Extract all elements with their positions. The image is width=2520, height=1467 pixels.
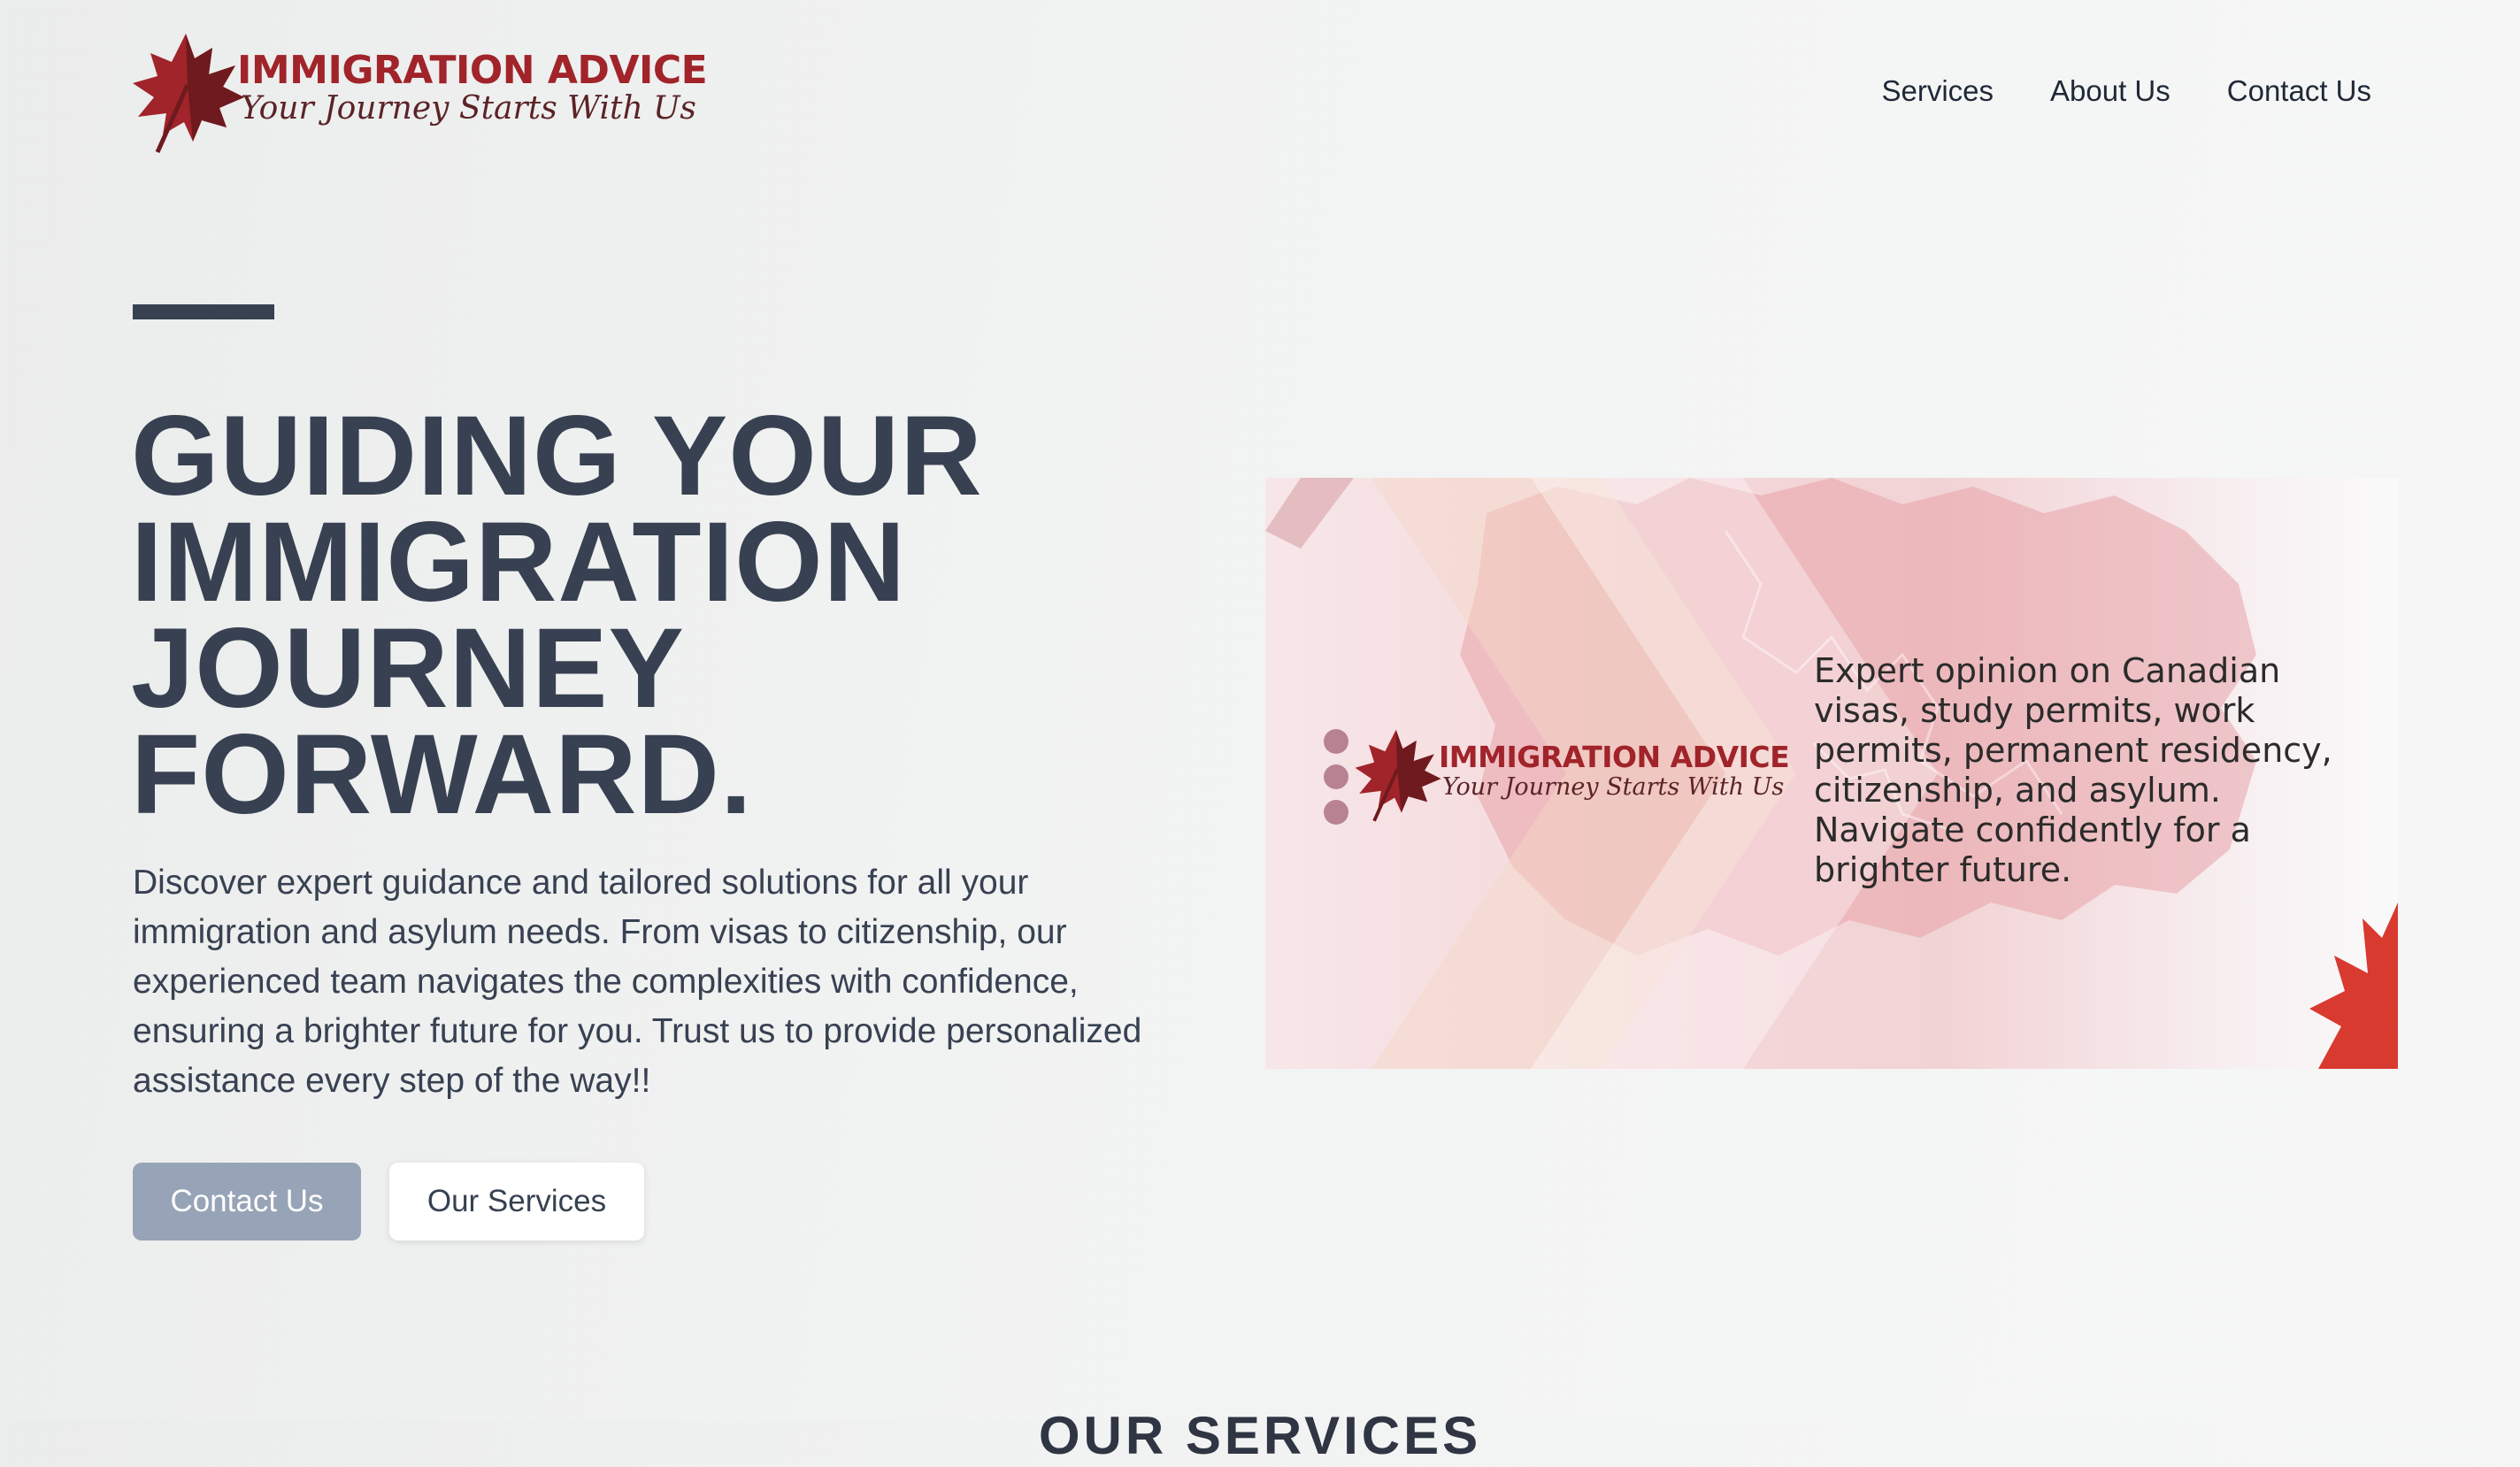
banner-dot [1324,800,1348,825]
hero-banner-image: IMMIGRATION ADVICE Your Journey Starts W… [1265,478,2398,1069]
hero-title-line: GUIDING YOUR [131,393,983,519]
brand-tagline: Your Journey Starts With Us [241,90,696,127]
hero-title: GUIDING YOUR IMMIGRATION JOURNEY FORWARD… [131,393,1193,838]
nav-item-contact-us[interactable]: Contact Us [2227,74,2371,108]
banner-text: Expert opinion on Canadian visas, study … [1814,651,2332,889]
brand-name: IMMIGRATION ADVICE [237,48,708,93]
hero-description: Discover expert guidance and tailored so… [133,864,1142,1100]
maple-leaf-icon [133,34,244,154]
hero-title-line: JOURNEY [131,605,685,732]
banner-brand-name: IMMIGRATION ADVICE [1439,740,1790,774]
nav-item-services[interactable]: Services [1881,74,1994,108]
banner-brand-logo: IMMIGRATION ADVICE Your Journey Starts W… [1354,727,1814,833]
hero-accent-bar [133,304,274,319]
banner-dots [1324,729,1348,825]
banner-dot [1324,764,1348,789]
banner-dot [1324,729,1348,754]
hero-title-line: FORWARD. [131,711,753,838]
hero-title-line: IMMIGRATION [131,499,907,626]
our-services-button[interactable]: Our Services [389,1163,644,1240]
nav-item-about-us[interactable]: About Us [2050,74,2170,108]
main-nav: Services About Us Contact Us [1881,74,2371,108]
contact-us-button[interactable]: Contact Us [133,1163,361,1240]
banner-brand-tagline: Your Journey Starts With Us [1442,773,1785,801]
services-section-heading: OUR SERVICES [1038,1406,1482,1465]
maple-leaf-icon [1355,729,1441,822]
brand-logo[interactable]: IMMIGRATION ADVICE Your Journey Starts W… [131,32,708,156]
